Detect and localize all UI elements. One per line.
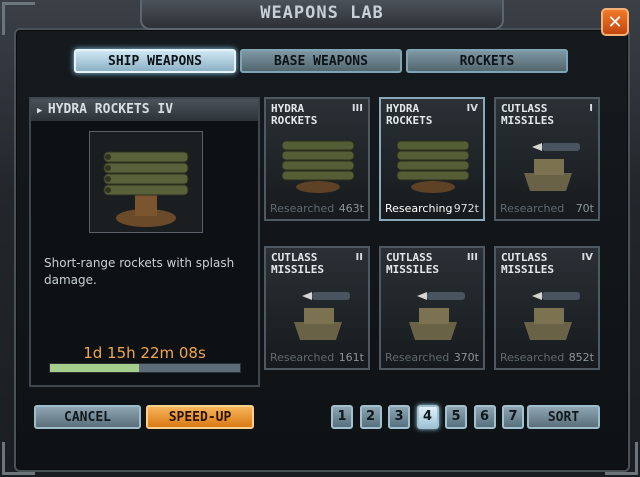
page-button-3[interactable]: 3	[388, 405, 410, 429]
card-name: CUTLASS MISSILES	[271, 251, 324, 276]
card-status: Researching	[385, 202, 453, 215]
rocket-launcher-icon	[281, 140, 355, 193]
card-tier: IV	[466, 103, 478, 114]
card-cost: 370t	[453, 351, 479, 364]
card-name: CUTLASS MISSILES	[386, 251, 439, 276]
missile-turret-icon	[294, 292, 350, 340]
missile-turret-icon	[524, 292, 580, 340]
card-name: CUTLASS MISSILES	[501, 102, 554, 127]
card-tier: III	[351, 103, 363, 114]
window-title: WEAPONS LAB	[260, 3, 384, 23]
research-progress-bar	[49, 363, 241, 373]
page-button-5[interactable]: 5	[445, 405, 467, 429]
card-tier: IV	[581, 252, 593, 263]
play-arrow-icon: ▶	[37, 106, 48, 116]
tab-ship-weapons[interactable]: SHIP WEAPONS	[74, 49, 236, 73]
weapon-detail-panel: ▶ HYDRA ROCKETS IV Short-range rockets w…	[29, 97, 260, 387]
missile-turret-icon	[409, 292, 465, 340]
rocket-launcher-icon	[103, 151, 189, 227]
card-status: Researched	[500, 351, 565, 364]
weapon-preview	[89, 131, 203, 233]
weapon-card[interactable]: HYDRA ROCKETS III Researched 463t	[264, 97, 370, 221]
close-icon: ✕	[607, 12, 623, 33]
card-cost: 463t	[338, 202, 364, 215]
sort-button[interactable]: SORT	[527, 405, 600, 429]
detail-header: ▶ HYDRA ROCKETS IV	[31, 99, 258, 121]
card-cost: 852t	[568, 351, 594, 364]
card-cost: 70t	[575, 202, 594, 215]
card-name: HYDRA ROCKETS	[386, 102, 433, 127]
page-button-6[interactable]: 6	[473, 405, 496, 429]
card-name: CUTLASS MISSILES	[501, 251, 554, 276]
weapon-card[interactable]: CUTLASS MISSILES II Researched 161t	[264, 246, 370, 370]
title-bar: WEAPONS LAB	[140, 0, 504, 30]
page-button-4[interactable]: 4	[416, 405, 439, 429]
card-cost: 161t	[338, 351, 364, 364]
speed-up-button[interactable]: SPEED-UP	[146, 405, 254, 429]
close-button[interactable]: ✕	[601, 8, 629, 36]
weapon-card[interactable]: HYDRA ROCKETS IV Researching 972t	[379, 97, 485, 221]
tab-rockets[interactable]: ROCKETS	[406, 49, 568, 73]
card-cost: 972t	[453, 202, 479, 215]
page-button-2[interactable]: 2	[359, 405, 382, 429]
card-status: Researched	[385, 351, 450, 364]
page-button-1[interactable]: 1	[331, 405, 353, 429]
weapon-card[interactable]: CUTLASS MISSILES IV Researched 852t	[494, 246, 600, 370]
card-status: Researched	[500, 202, 565, 215]
weapon-card[interactable]: CUTLASS MISSILES III Researched 370t	[379, 246, 485, 370]
research-timer: 1d 15h 22m 08s	[83, 344, 206, 362]
progress-fill	[50, 364, 140, 372]
card-tier: III	[466, 252, 478, 263]
card-name: HYDRA ROCKETS	[271, 102, 318, 127]
rocket-launcher-icon	[396, 140, 470, 193]
page-button-7[interactable]: 7	[502, 405, 524, 429]
weapon-card[interactable]: CUTLASS MISSILES I Researched 70t	[494, 97, 600, 221]
card-status: Researched	[270, 351, 335, 364]
detail-title: HYDRA ROCKETS IV	[47, 102, 174, 117]
card-tier: II	[355, 252, 363, 263]
cancel-button[interactable]: CANCEL	[34, 405, 141, 429]
tab-base-weapons[interactable]: BASE WEAPONS	[240, 49, 402, 73]
card-tier: I	[589, 103, 593, 114]
card-status: Researched	[270, 202, 335, 215]
missile-turret-icon	[524, 143, 580, 191]
weapon-description: Short-range rockets with splash damage.	[44, 256, 235, 287]
